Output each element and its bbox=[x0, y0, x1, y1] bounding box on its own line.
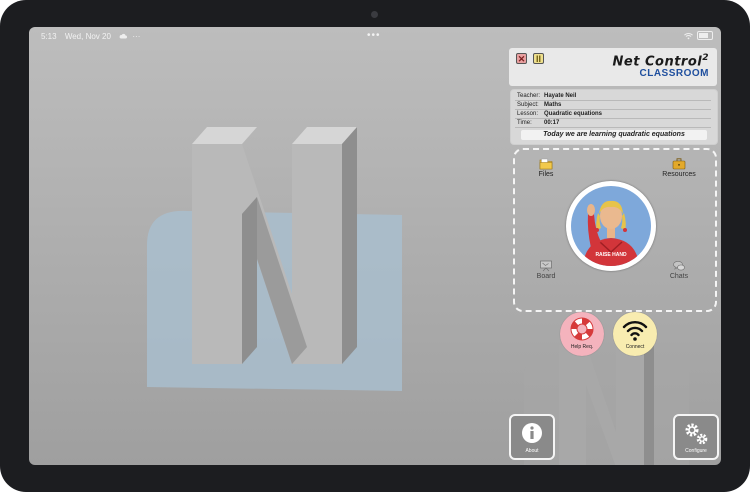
chats-label: Chats bbox=[669, 273, 689, 280]
raise-hand-button[interactable]: RAISE HAND bbox=[566, 181, 656, 271]
about-label: About bbox=[525, 448, 539, 454]
status-bar: 5:13 Wed, Nov 20 ··· ••• bbox=[29, 27, 721, 45]
board-label: Board bbox=[536, 273, 556, 280]
gears-icon bbox=[685, 423, 708, 445]
info-icon bbox=[522, 423, 542, 443]
tablet-frame: 5:13 Wed, Nov 20 ··· ••• ✕ II Net Contro… bbox=[0, 0, 750, 492]
help-request-button[interactable]: Help Req. bbox=[560, 312, 604, 356]
wifi-icon bbox=[684, 32, 693, 39]
configure-label: Configure bbox=[685, 448, 707, 454]
status-date: Wed, Nov 20 bbox=[64, 32, 111, 41]
lesson-banner: Today we are learning quadratic equation… bbox=[521, 130, 707, 140]
battery-icon bbox=[697, 31, 713, 40]
brand-logo: Net Control2 CLASSROOM bbox=[613, 53, 709, 79]
info-row-lesson: Lesson: Quadratic equations bbox=[515, 110, 711, 119]
files-label: Files bbox=[538, 171, 554, 178]
status-time: 5:13 bbox=[41, 32, 57, 41]
camera-dot bbox=[371, 11, 378, 18]
files-tile[interactable]: Files bbox=[521, 158, 571, 178]
resources-tile[interactable]: Resources bbox=[654, 158, 704, 178]
briefcase-icon bbox=[672, 158, 686, 170]
brand-superscript: 2 bbox=[702, 53, 709, 63]
info-row-teacher: Teacher: Hayate Neil bbox=[515, 92, 711, 101]
status-more: ··· bbox=[132, 32, 141, 41]
info-row-subject: Subject: Maths bbox=[515, 101, 711, 110]
connect-label: Connect bbox=[625, 344, 645, 350]
resources-label: Resources bbox=[662, 171, 696, 178]
multitask-handle[interactable]: ••• bbox=[367, 30, 381, 41]
configure-button[interactable]: Configure bbox=[673, 414, 719, 460]
help-request-label: Help Req. bbox=[570, 344, 594, 350]
session-info-panel: Teacher: Hayate Neil Subject: Maths Lesson… bbox=[510, 89, 718, 145]
raise-hand-label: RAISE HAND bbox=[595, 252, 627, 258]
pause-button[interactable]: II bbox=[533, 53, 544, 64]
chats-tile[interactable]: Chats bbox=[654, 260, 704, 280]
board-tile[interactable]: Board bbox=[521, 260, 571, 280]
about-button[interactable]: About bbox=[509, 414, 555, 460]
folder-icon bbox=[539, 158, 553, 170]
app-header: ✕ II Net Control2 CLASSROOM bbox=[509, 48, 717, 86]
whiteboard-icon bbox=[540, 260, 552, 272]
brand-subtitle: CLASSROOM bbox=[639, 68, 709, 80]
screen: 5:13 Wed, Nov 20 ··· ••• ✕ II Net Contro… bbox=[29, 27, 721, 465]
close-button[interactable]: ✕ bbox=[516, 53, 527, 64]
cloud-icon bbox=[119, 33, 128, 39]
connect-button[interactable]: Connect bbox=[613, 312, 657, 356]
info-row-time: Time: 00:17 bbox=[515, 119, 711, 128]
background-logo-icon bbox=[147, 127, 402, 391]
chat-bubbles-icon bbox=[673, 260, 685, 271]
brand-name: Net Control bbox=[612, 54, 703, 70]
